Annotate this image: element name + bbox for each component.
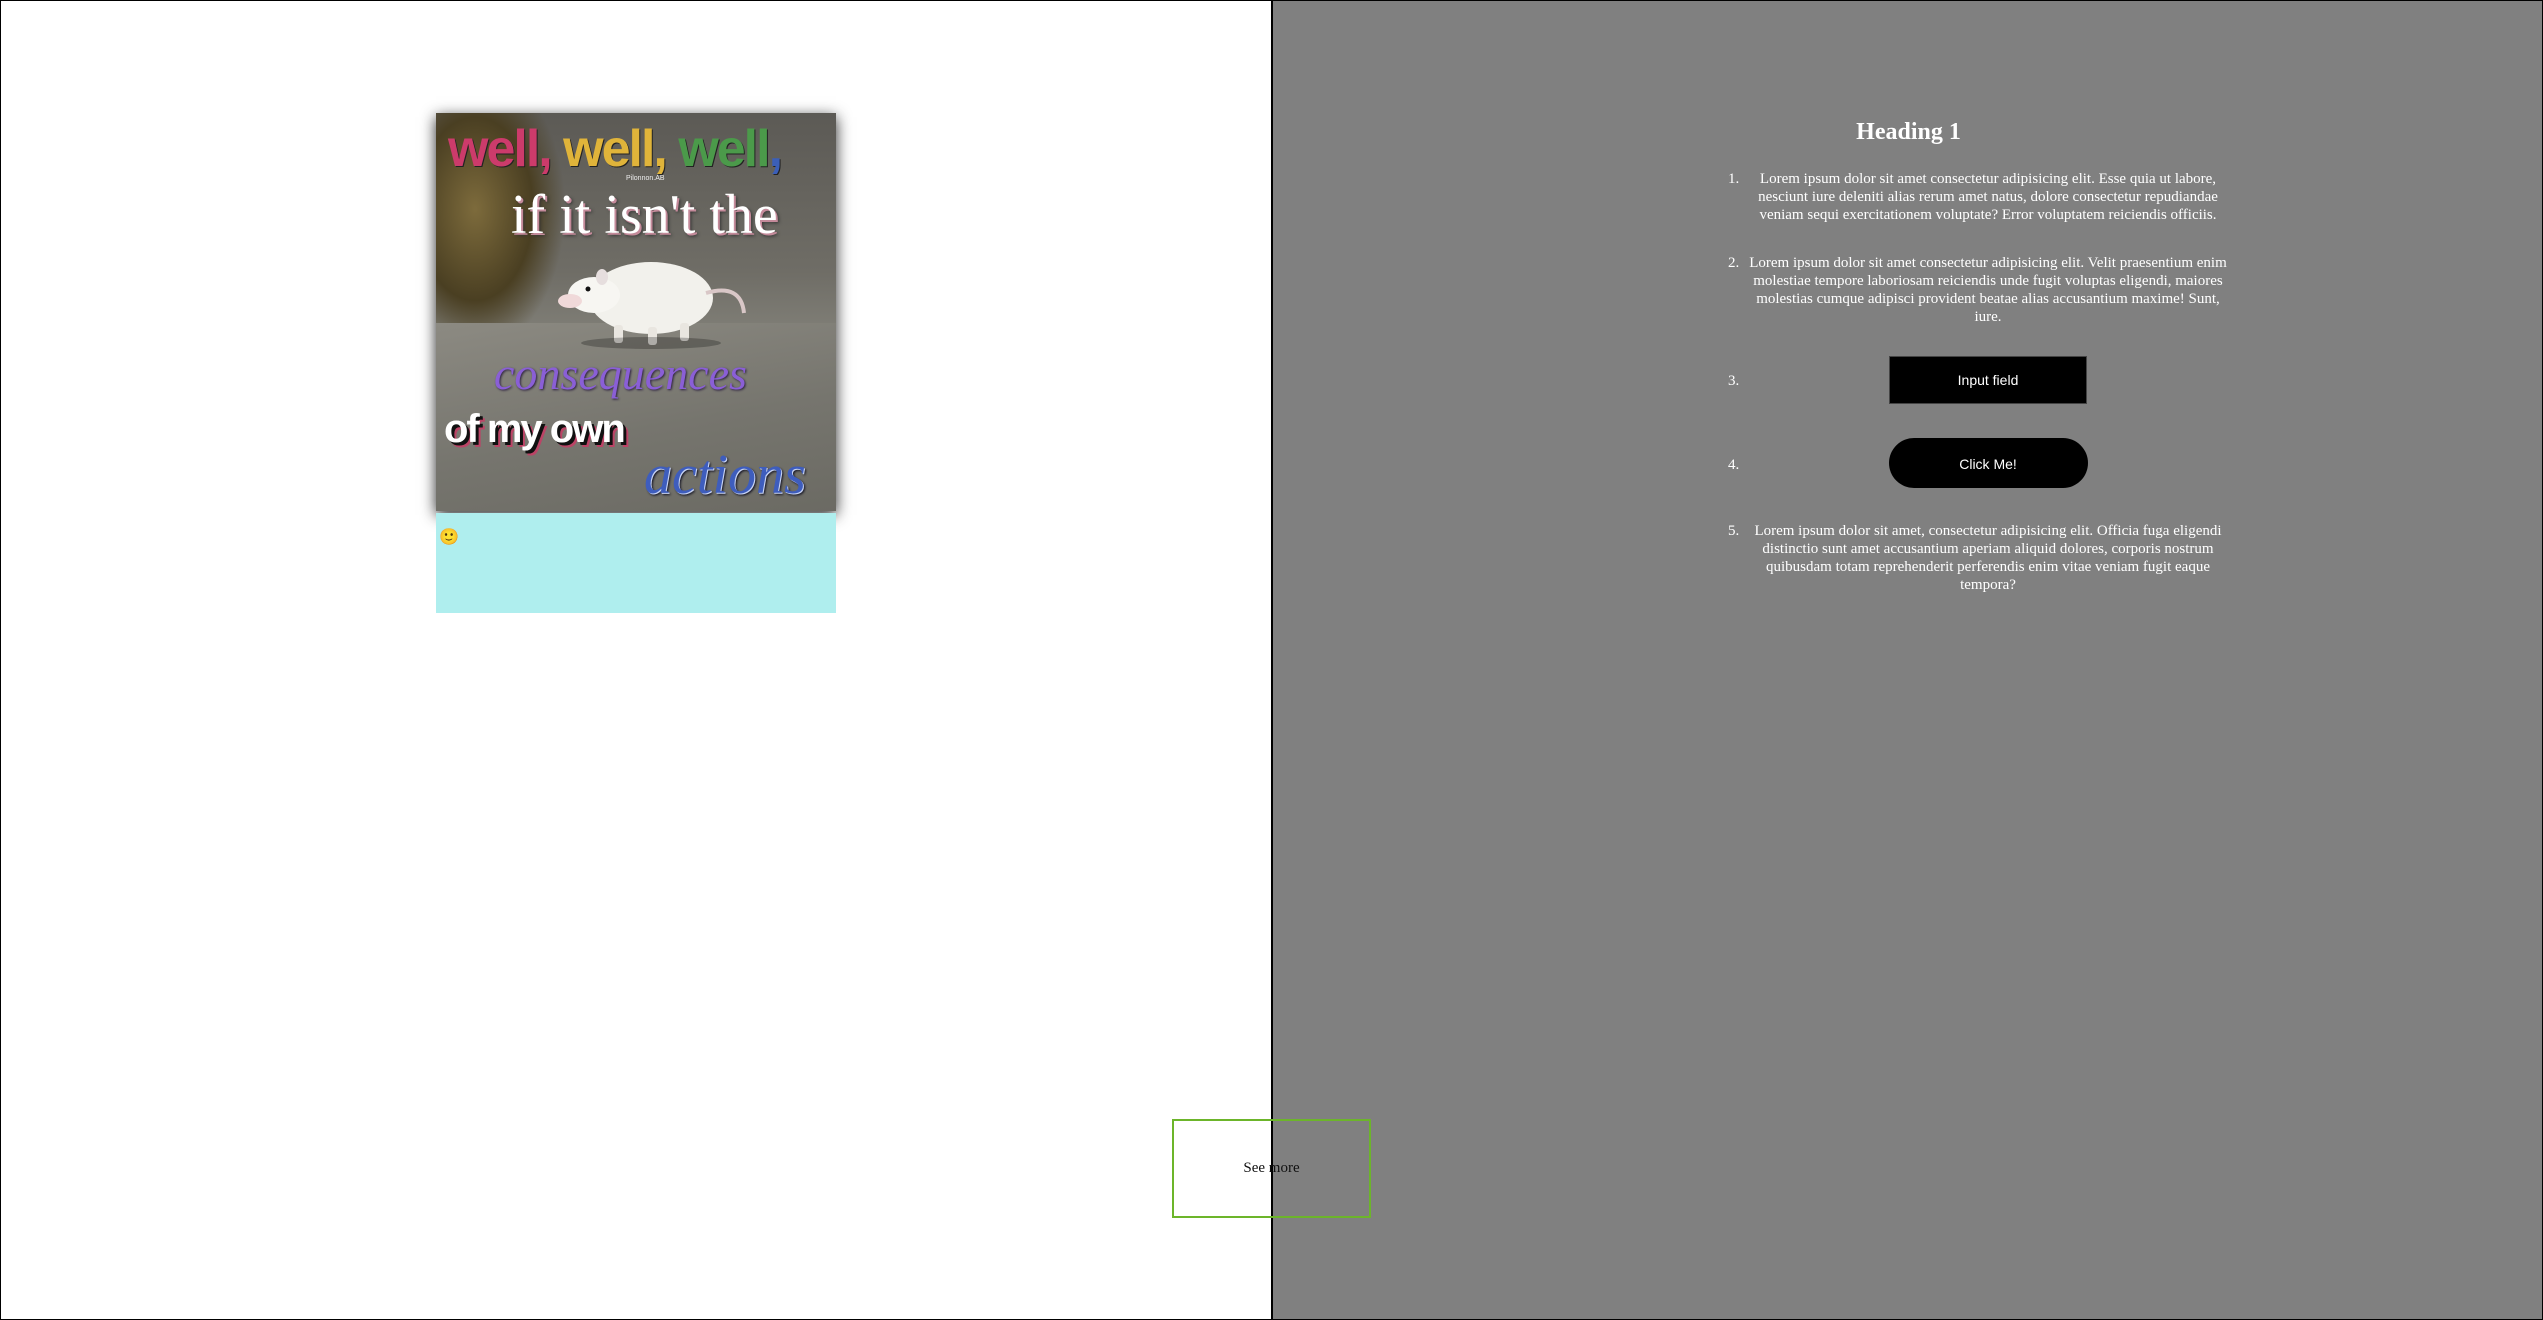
meme-word-2: well, (563, 120, 679, 178)
meme-text-consequences: consequences (494, 348, 747, 399)
meme-word-4: , (768, 120, 784, 178)
meme-word-3: well (678, 120, 770, 178)
right-pane: Heading 1 Lorem ipsum dolor sit amet con… (1271, 1, 2542, 1319)
page-heading: Heading 1 (1856, 119, 1961, 145)
caption-box: 🙂 (436, 513, 836, 613)
input-field[interactable]: Input field (1889, 356, 2087, 404)
list-item: Lorem ipsum dolor sit amet consectetur a… (1743, 170, 2233, 224)
meme-image: well, well, well, Pilonnon.AB if it isn'… (436, 113, 836, 511)
meme-text-if-it-isnt: if it isn't the (511, 184, 778, 246)
list-item-input: Input field (1743, 356, 2233, 404)
meme-word-1: well, (448, 120, 564, 178)
see-more-button[interactable]: See more (1172, 1119, 1371, 1218)
list-item-text: Lorem ipsum dolor sit amet, consectetur … (1754, 523, 2222, 593)
list-item: Lorem ipsum dolor sit amet consectetur a… (1743, 254, 2233, 326)
meme-text-actions: actions (644, 444, 806, 506)
smiley-icon: 🙂 (439, 529, 459, 546)
list-item-text: Lorem ipsum dolor sit amet consectetur a… (1758, 171, 2218, 223)
left-pane: well, well, well, Pilonnon.AB if it isn'… (1, 1, 1271, 1319)
meme-text-of-my-own: of my own (444, 407, 626, 451)
list-item: Lorem ipsum dolor sit amet, consectetur … (1743, 522, 2233, 594)
meme-watermark: Pilonnon.AB (626, 175, 665, 182)
opossum-figure (558, 262, 746, 349)
meme-text-well-well-well: well, well, well, (448, 119, 784, 179)
click-me-button[interactable]: Click Me! (1888, 438, 2088, 488)
list-item-button: Click Me! (1743, 438, 2233, 488)
list-item-text: Lorem ipsum dolor sit amet consectetur a… (1749, 255, 2227, 325)
content-list: Lorem ipsum dolor sit amet consectetur a… (1683, 170, 2233, 624)
